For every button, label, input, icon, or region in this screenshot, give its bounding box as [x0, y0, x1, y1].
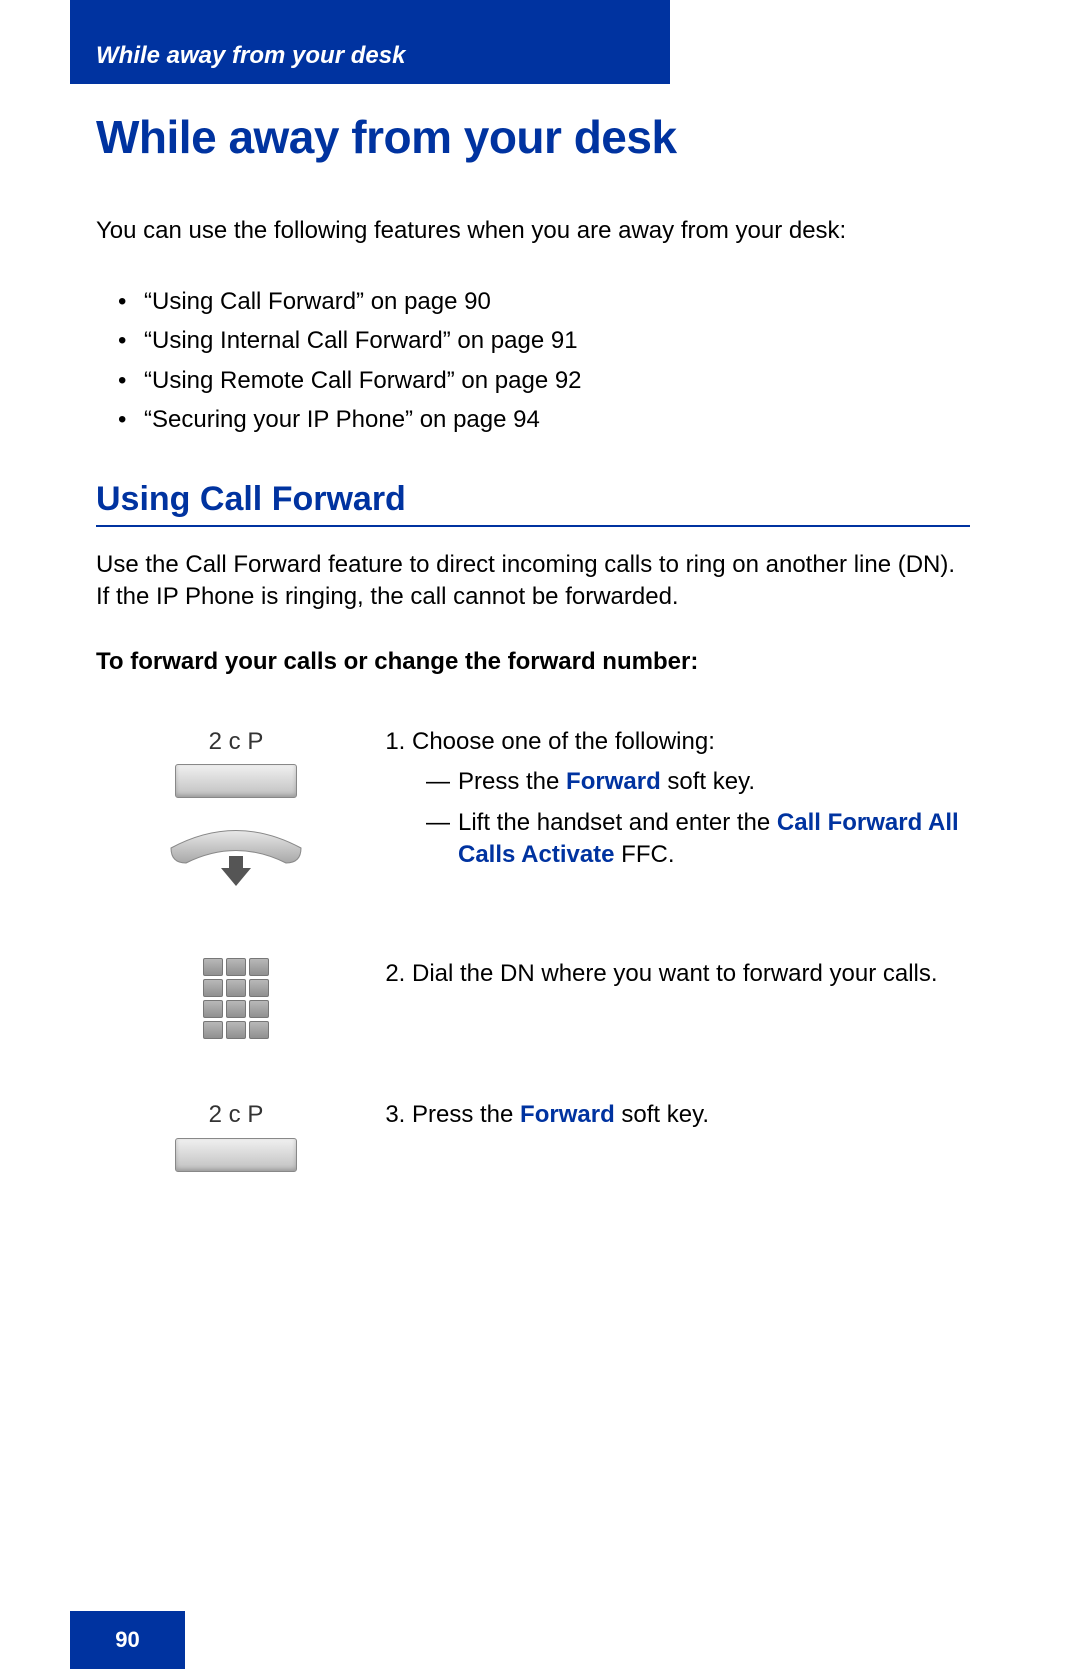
- step2-text: Dial the DN where you want to forward yo…: [386, 958, 970, 1039]
- softkey-button-icon: [175, 764, 297, 798]
- step3-text: Press the Forward soft key.: [386, 1099, 970, 1171]
- softkey-button-icon: [175, 1138, 297, 1172]
- list-item: “Using Call Forward” on page 90: [96, 282, 970, 322]
- softkey-label: 2 c P: [175, 726, 297, 758]
- page-content: While away from your desk You can use th…: [96, 110, 970, 1172]
- page-number-tab: 90: [70, 1611, 185, 1669]
- header-tab-title: While away from your desk: [96, 42, 405, 70]
- procedure-heading: To forward your calls or change the forw…: [96, 648, 970, 676]
- step1-option-b: Lift the handset and enter the Call Forw…: [412, 807, 970, 872]
- step-item: Press the Forward soft key.: [412, 1099, 970, 1131]
- softkey-group: 2 c P: [175, 1099, 297, 1171]
- page-number: 90: [115, 1627, 139, 1653]
- forward-keyword: Forward: [520, 1101, 615, 1128]
- handset-lift-icon: [161, 818, 311, 898]
- document-page: While away from your desk While away fro…: [0, 0, 1080, 1669]
- step1-option-a: Press the Forward soft key.: [412, 766, 970, 798]
- step-item: Choose one of the following: Press the F…: [412, 726, 970, 872]
- step3-icons: 2 c P: [96, 1099, 376, 1171]
- step1-icons: 2 c P: [96, 726, 376, 898]
- page-title: While away from your desk: [96, 110, 970, 164]
- intro-paragraph: You can use the following features when …: [96, 214, 970, 248]
- softkey-group: 2 c P: [175, 726, 297, 798]
- feature-list: “Using Call Forward” on page 90 “Using I…: [96, 282, 970, 440]
- steps-grid: 2 c P: [96, 726, 970, 1172]
- softkey-label: 2 c P: [175, 1099, 297, 1131]
- section-title: Using Call Forward: [96, 480, 970, 519]
- section-rule: [96, 525, 970, 527]
- keypad-icon: [203, 958, 269, 1039]
- section-paragraph: Use the Call Forward feature to direct i…: [96, 549, 970, 614]
- list-item: “Securing your IP Phone” on page 94: [96, 400, 970, 440]
- header-tab: While away from your desk: [70, 0, 670, 84]
- list-item: “Using Internal Call Forward” on page 91: [96, 321, 970, 361]
- forward-keyword: Forward: [566, 768, 661, 795]
- step1-lead: Choose one of the following:: [412, 728, 715, 755]
- step-item: Dial the DN where you want to forward yo…: [412, 958, 970, 990]
- step1-text: Choose one of the following: Press the F…: [386, 726, 970, 898]
- step2-icons: [96, 958, 376, 1039]
- list-item: “Using Remote Call Forward” on page 92: [96, 361, 970, 401]
